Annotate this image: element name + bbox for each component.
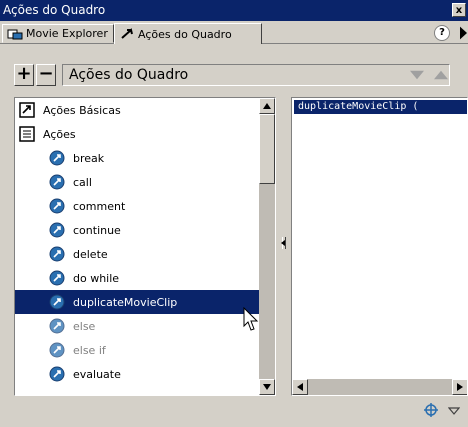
frame-actions-icon xyxy=(121,28,133,39)
tree-category[interactable]: Ações Básicas xyxy=(15,98,259,122)
tree-item-label: comment xyxy=(73,199,126,213)
scroll-left-button[interactable] xyxy=(292,379,308,395)
action-icon xyxy=(49,246,65,262)
window-titlebar: Ações do Quadro x xyxy=(0,0,468,21)
scroll-right-button[interactable] xyxy=(452,379,467,395)
mouse-cursor-icon xyxy=(243,307,259,331)
action-icon xyxy=(49,222,65,238)
action-icon xyxy=(49,294,65,310)
tab-movie-explorer[interactable]: Movie Explorer xyxy=(2,24,114,43)
script-line[interactable]: duplicateMovieClip ( xyxy=(294,100,467,114)
action-icon xyxy=(49,174,65,190)
tree-action-item[interactable]: delete xyxy=(15,242,259,266)
tree-action-item[interactable]: continue xyxy=(15,218,259,242)
close-button[interactable]: x xyxy=(452,3,466,17)
tree-action-item[interactable]: duplicateMovieClip xyxy=(15,290,259,314)
script-horizontal-scrollbar[interactable] xyxy=(292,379,467,395)
tree-action-item[interactable]: evaluate xyxy=(15,362,259,386)
tree-action-item[interactable]: else xyxy=(15,314,259,338)
toolbox-vertical-scrollbar[interactable] xyxy=(259,98,275,395)
tree-action-item[interactable]: comment xyxy=(15,194,259,218)
action-icon xyxy=(49,150,65,166)
actions-toolbar: + − Ações do Quadro xyxy=(14,64,468,88)
tree-category[interactable]: Ações xyxy=(15,122,259,146)
tree-item-label: continue xyxy=(73,223,121,237)
tree-item-label: else xyxy=(73,319,96,333)
script-pane[interactable]: duplicateMovieClip ( xyxy=(291,97,468,396)
tree-action-item[interactable]: call xyxy=(15,170,259,194)
tree-item-label: evaluate xyxy=(73,367,121,381)
tree-item-label: do while xyxy=(73,271,120,285)
tree-action-item[interactable]: else if xyxy=(15,338,259,362)
tree-item-label: call xyxy=(73,175,92,189)
help-button[interactable]: ? xyxy=(434,25,450,41)
panel-tab-row: Movie Explorer Ações do Quadro xyxy=(0,21,468,44)
book-icon xyxy=(19,102,35,118)
action-icon xyxy=(49,270,65,286)
tree-item-label: Ações xyxy=(43,127,76,141)
tree-item-label: duplicateMovieClip xyxy=(73,295,178,309)
collapse-arrow-icon[interactable] xyxy=(282,237,286,249)
pane-splitter[interactable] xyxy=(280,97,288,396)
actions-toolbox: Ações Básicas Ações break call comment contin… xyxy=(14,97,276,396)
options-menu-icon[interactable] xyxy=(448,402,460,418)
tab-acoes-do-quadro-label: Ações do Quadro xyxy=(138,27,232,41)
scroll-track[interactable] xyxy=(259,184,275,379)
action-icon xyxy=(49,318,65,334)
scroll-down-button[interactable] xyxy=(259,379,275,395)
action-icon xyxy=(49,366,65,382)
movie-explorer-icon xyxy=(7,29,23,39)
scroll-up-button[interactable] xyxy=(259,98,275,114)
tab-acoes-do-quadro[interactable]: Ações do Quadro xyxy=(114,23,262,44)
tree-action-item[interactable]: break xyxy=(15,146,259,170)
action-icon xyxy=(49,198,65,214)
tree-item-label: delete xyxy=(73,247,108,261)
add-action-button[interactable]: + xyxy=(14,64,34,86)
book-open-icon xyxy=(19,126,35,142)
tree-action-item[interactable]: do while xyxy=(15,266,259,290)
remove-action-button[interactable]: − xyxy=(36,64,56,86)
insert-target-path-icon[interactable] xyxy=(424,402,438,418)
tree-item-label: else if xyxy=(73,343,106,357)
window-title: Ações do Quadro xyxy=(3,3,106,17)
tab-movie-explorer-label: Movie Explorer xyxy=(26,27,108,40)
tree-item-label: break xyxy=(73,151,105,165)
tree-item-label: Ações Básicas xyxy=(43,103,121,117)
scroll-thumb[interactable] xyxy=(259,114,275,184)
toolbar-title: Ações do Quadro xyxy=(62,64,450,86)
action-icon xyxy=(49,342,65,358)
